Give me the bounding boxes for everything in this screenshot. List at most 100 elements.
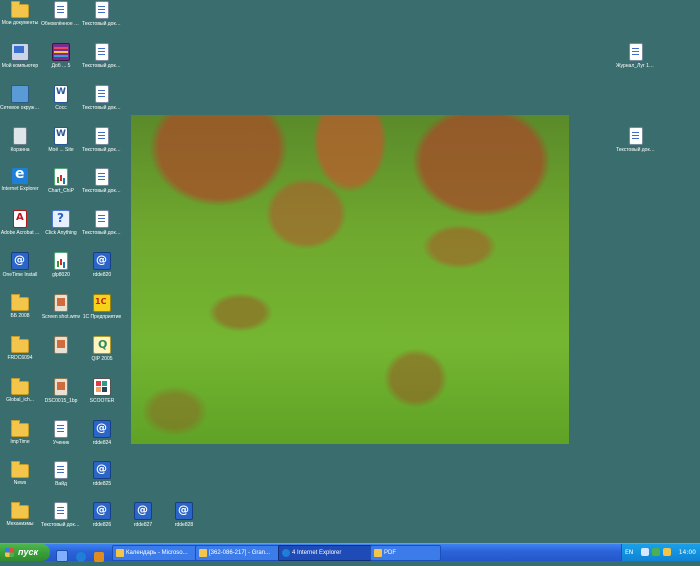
desktop-icon-rdde[interactable]: rdde826	[82, 502, 122, 528]
wallpaper-image	[131, 115, 569, 444]
qip-icon	[93, 336, 111, 354]
windows-flag-icon	[5, 548, 14, 557]
desktop-icon-my-documents[interactable]: Мои документы	[0, 1, 40, 26]
desktop-icon-winrar[interactable]: Доб ... 5	[41, 43, 81, 69]
desktop-icon-screenshot[interactable]: Screen shot.wmv	[41, 294, 81, 320]
my-documents-icon	[11, 1, 29, 18]
taskbar-button-calendar[interactable]: Календарь - Microso...	[112, 545, 205, 561]
desktop-icon-text-doc[interactable]: Текстовый документ	[41, 502, 81, 528]
word-document-icon	[54, 85, 68, 103]
desktop-icon-rdde[interactable]: rdde824	[82, 420, 122, 446]
desktop-icon-internet-explorer[interactable]: Internet Explorer	[0, 166, 40, 192]
taskbar-button-pdf[interactable]: PDF	[370, 545, 441, 561]
desktop-icon-onetime[interactable]: OneTime Install	[0, 252, 40, 278]
start-button[interactable]: пуск	[0, 544, 50, 561]
desktop-icon-scooter[interactable]: SCOOTER	[82, 378, 122, 404]
desktop-icon-text-doc[interactable]: Текстовый документ (8)	[616, 127, 656, 153]
tray-app-icon[interactable]	[641, 548, 649, 556]
desktop-icon-recycle-bin[interactable]: Корзина	[0, 127, 40, 153]
desktop-icon-label: OneTime Install	[2, 272, 38, 278]
taskbar-button-gran[interactable]: [362-086-217] - Gran...	[195, 545, 288, 561]
desktop-icon-label: FRDC6094	[7, 355, 33, 361]
taskbar: пуск Календарь - Microso... [362-086-217…	[0, 543, 700, 562]
document-icon	[54, 461, 68, 479]
folder-icon	[374, 549, 382, 557]
desktop-icon-rdde[interactable]: rdde825	[82, 461, 122, 487]
desktop-icon-text-doc[interactable]: Текстовый документ (3)	[82, 43, 122, 69]
document-icon	[629, 127, 643, 145]
desktop-icon-doc[interactable]: Ученик	[41, 420, 81, 446]
desktop-icon-rdde[interactable]: rdde828	[164, 502, 204, 528]
desktop-icon-label: Сетевое окружение	[0, 105, 40, 111]
desktop-icon-label: Доб ... 5	[51, 63, 71, 69]
desktop-icon-word-doc[interactable]: Моё ... Site	[41, 127, 81, 153]
desktop-icon-rdde[interactable]: rdde820	[82, 252, 122, 278]
desktop-icon-adobe-acrobat[interactable]: Adobe Acrobat ...	[0, 210, 40, 236]
desktop-icon-1c[interactable]: 1С Предприятие	[82, 294, 122, 320]
desktop-icon-my-computer[interactable]: Мой компьютер	[0, 43, 40, 69]
media-player-icon[interactable]	[94, 552, 105, 562]
internet-explorer-icon	[282, 549, 290, 557]
desktop-icon-folder[interactable]: News	[0, 461, 40, 486]
folder-icon	[11, 336, 29, 353]
desktop-icon-text-doc[interactable]: Текстовый документ (5)	[82, 127, 122, 153]
desktop-icon-folder[interactable]: ББ 2008	[0, 294, 40, 319]
desktop-icon-label: Текстовый документ (3)	[82, 63, 122, 69]
desktop-icon-word-doc[interactable]: Сосс	[41, 85, 81, 111]
desktop-icon-label: rdde828	[174, 522, 194, 528]
document-icon	[54, 420, 68, 438]
desktop-icon-label: rdde824	[92, 440, 112, 446]
image-file-icon	[54, 378, 68, 396]
desktop-icon-label: Текстовый документ (8)	[616, 147, 656, 153]
desktop-icon-label: Журнал_Луг 14.06	[616, 63, 656, 69]
desktop-icon-label: rdde827	[133, 522, 153, 528]
desktop-icon-click-anything[interactable]: Click Anything	[41, 210, 81, 236]
taskbar-button-ie[interactable]: 4 Internet Explorer	[278, 545, 379, 561]
quick-launch	[56, 547, 107, 562]
desktop-icon-chart[interactable]: Chart_ChiP	[41, 168, 81, 194]
desktop-icon-label: Screen shot.wmv	[41, 314, 81, 320]
desktop-icon-label: Мой компьютер	[1, 63, 39, 69]
desktop-icon-label: ImpTime	[10, 439, 30, 445]
desktop-icon-menu[interactable]: Обновлённое меню	[41, 1, 81, 27]
app-icon	[175, 502, 193, 520]
app-icon	[93, 420, 111, 438]
app-icon	[54, 252, 68, 270]
desktop-icon-label: Мои документы	[1, 20, 39, 26]
desktop-icon-rdde[interactable]: rdde827	[123, 502, 163, 528]
desktop-icon-folder[interactable]: Global_ich...	[0, 378, 40, 403]
internet-explorer-icon[interactable]	[76, 552, 87, 562]
desktop-icon-network[interactable]: Сетевое окружение	[0, 85, 40, 111]
desktop-icon-image[interactable]	[41, 336, 81, 356]
desktop-icon-text-doc[interactable]: Текстовый документ (6)	[82, 168, 122, 194]
desktop-icon-folder[interactable]: FRDC6094	[0, 336, 40, 361]
desktop-icon-image[interactable]: DSC0015_1bp	[41, 378, 81, 404]
desktop-icon-glp[interactable]: glp8020	[41, 252, 81, 278]
desktop-icon-folder[interactable]: ImpTime	[0, 420, 40, 445]
desktop-icon-label: Моё ... Site	[48, 147, 74, 153]
desktop-icon-text-doc[interactable]: Текстовый документ (2)	[82, 1, 122, 27]
clock[interactable]: 14:00	[679, 544, 696, 561]
internet-explorer-icon	[12, 166, 28, 184]
language-indicator[interactable]: EN	[625, 544, 633, 561]
app-icon	[11, 252, 29, 270]
document-icon	[95, 43, 109, 61]
paint-icon	[93, 378, 111, 396]
desktop-icon-text-doc[interactable]: Текстовый документ (7)	[82, 210, 122, 236]
desktop-icon-label: ББ 2008	[10, 313, 30, 319]
winrar-icon	[52, 43, 70, 61]
desktop-icon-journal[interactable]: Журнал_Луг 14.06	[616, 43, 656, 69]
desktop-icon-folder[interactable]: Механизмы	[0, 502, 40, 527]
desktop-icon-text-doc[interactable]: Текстовый документ (4)	[82, 85, 122, 111]
folder-icon	[11, 420, 29, 437]
network-icon[interactable]	[652, 548, 660, 556]
desktop-icon-label: 1С Предприятие	[82, 314, 122, 320]
desktop-icon-doc[interactable]: Вайд	[41, 461, 81, 487]
document-icon	[95, 1, 109, 19]
desktop-icon-qip[interactable]: QIP 2005	[82, 336, 122, 362]
show-desktop-icon[interactable]	[56, 550, 68, 562]
volume-icon[interactable]	[663, 548, 671, 556]
document-icon	[629, 43, 643, 61]
desktop-icon-label: Механизмы	[6, 521, 34, 527]
desktop-icon-label: Ученик	[52, 440, 70, 446]
